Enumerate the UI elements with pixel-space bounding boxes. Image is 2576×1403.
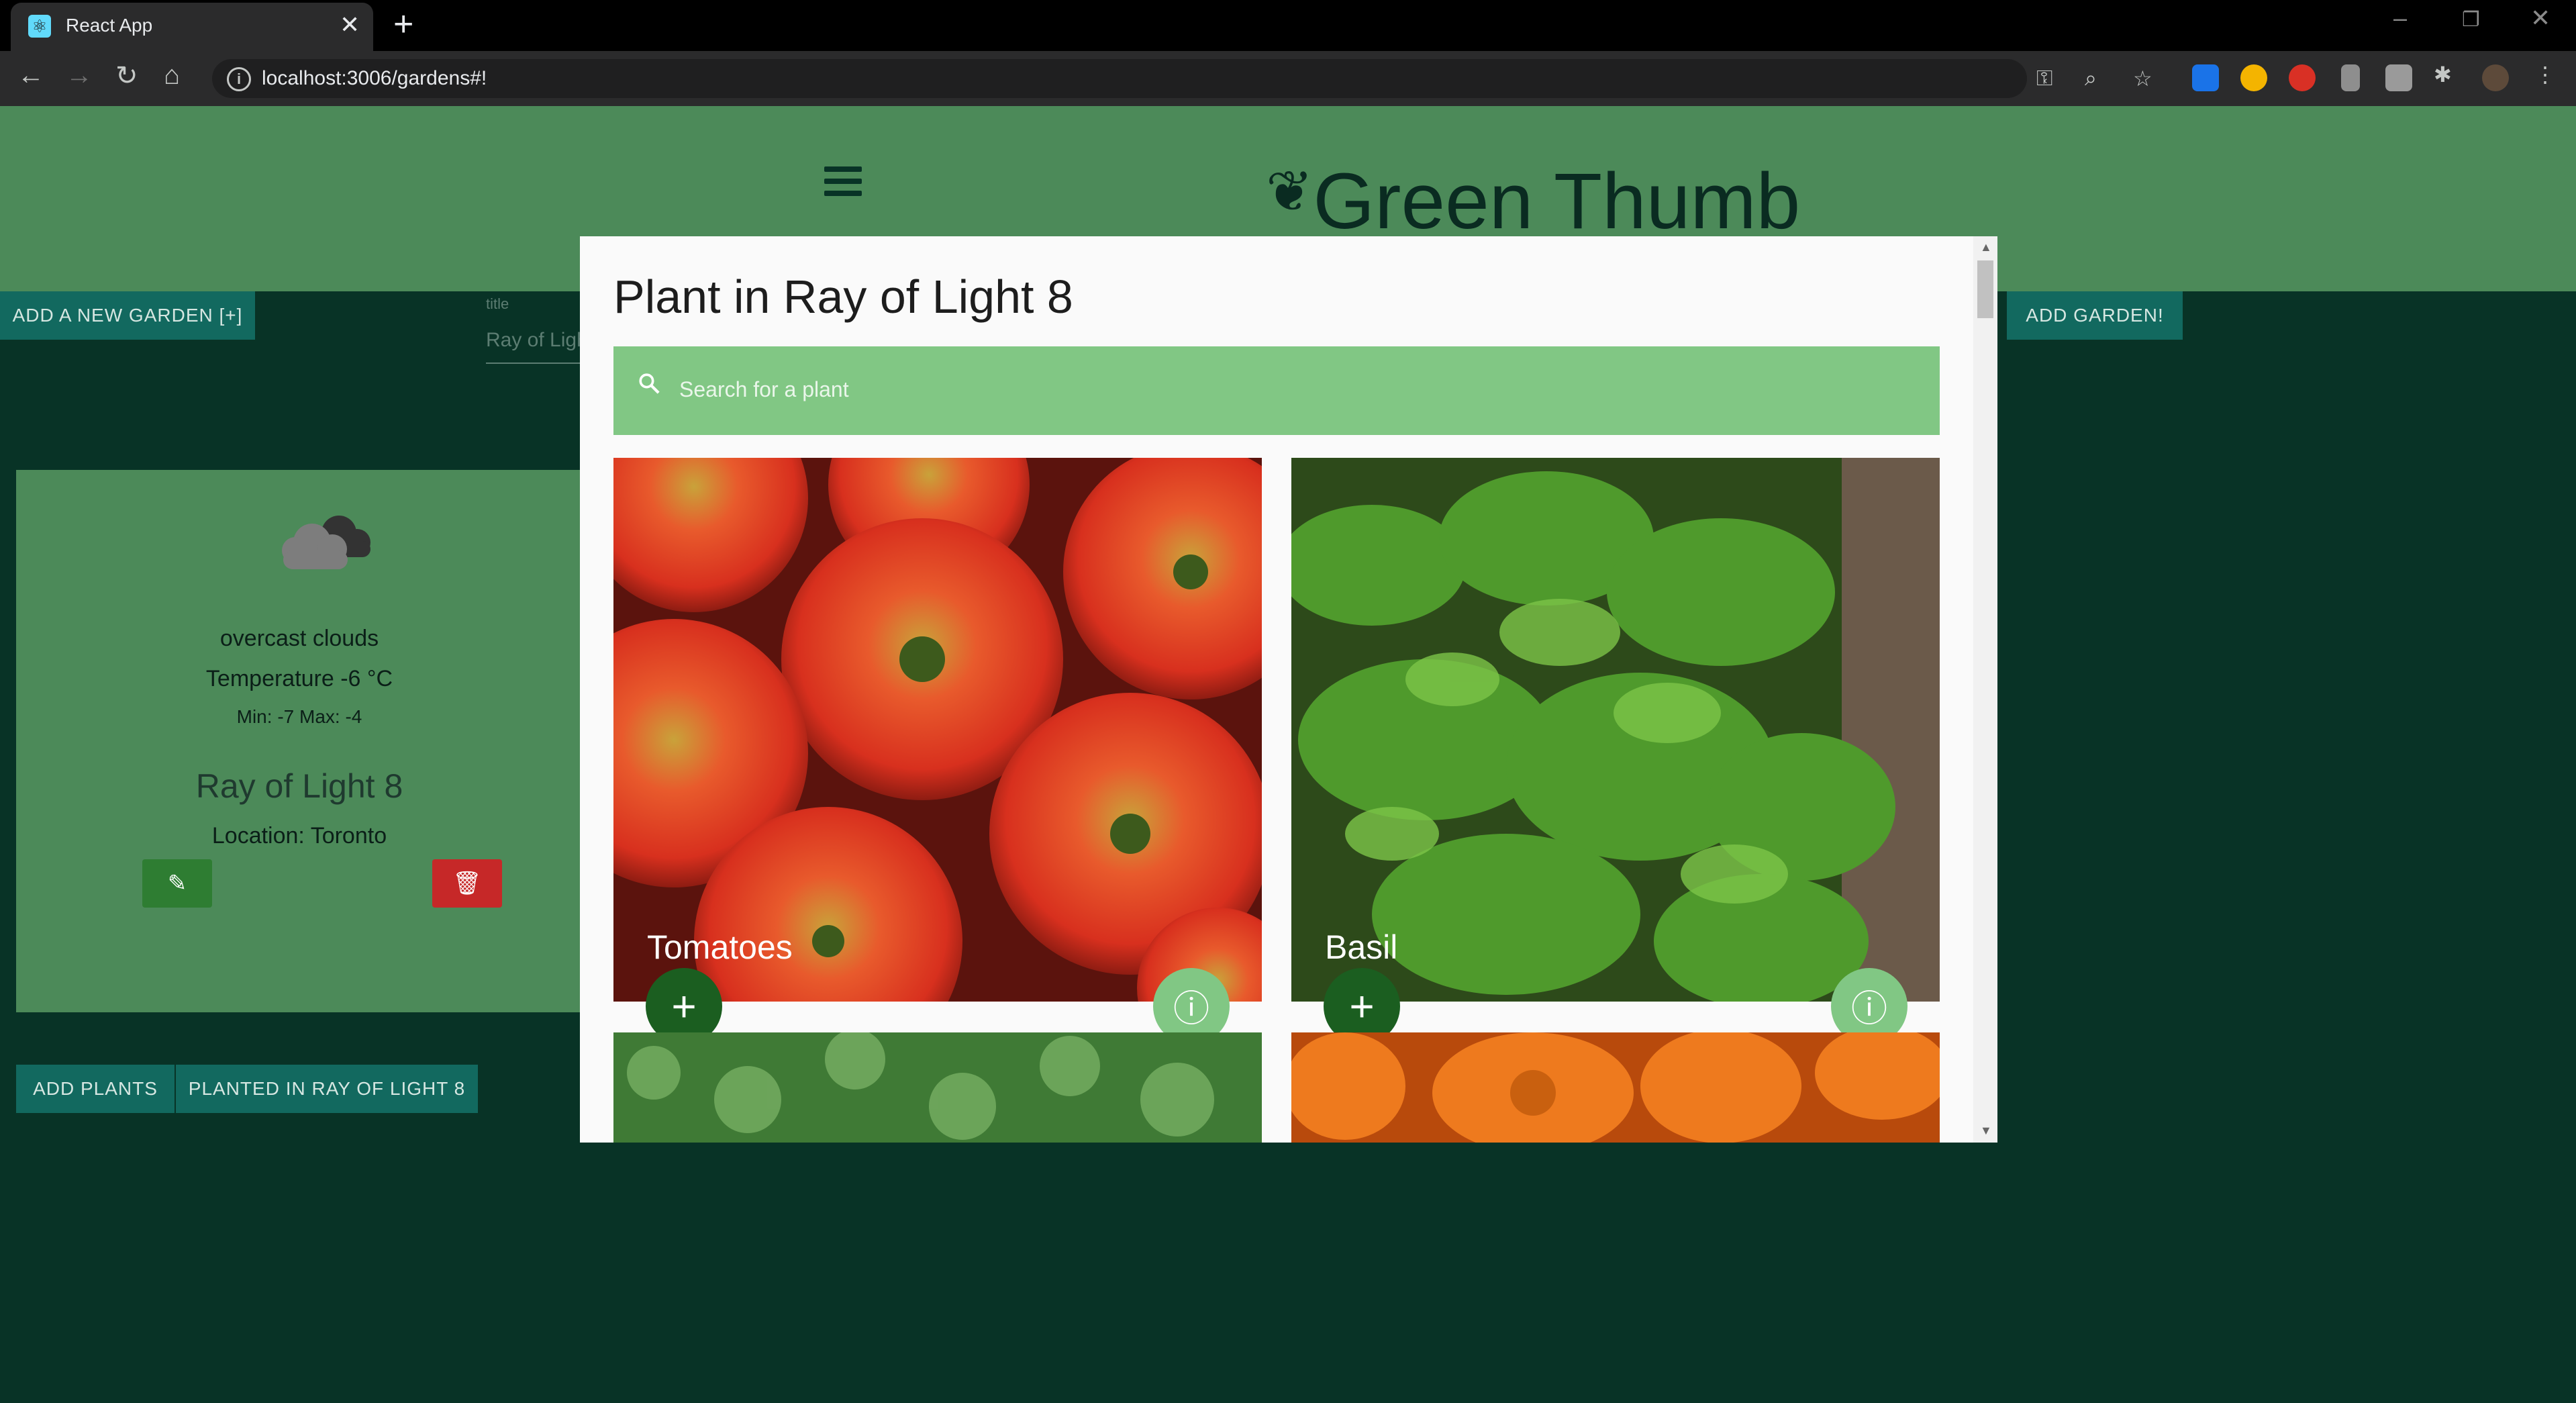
title-field[interactable]: Ray of Light 8 xyxy=(486,329,580,364)
plant-picker-modal: Plant in Ray of Light 8 Search for a pla… xyxy=(580,236,1997,1143)
add-garden-button[interactable]: ADD GARDEN! xyxy=(2007,291,2183,340)
plant-name-basil: Basil xyxy=(1325,928,1398,966)
leafy-greens-image xyxy=(613,1032,1262,1143)
profile-avatar[interactable] xyxy=(2482,64,2509,91)
tab-title: React App xyxy=(66,15,153,36)
add-new-garden-button[interactable]: ADD A NEW GARDEN [+] xyxy=(0,291,255,340)
plus-icon: + xyxy=(671,982,697,1030)
carrots-image xyxy=(1291,1032,1940,1143)
plant-search-input[interactable] xyxy=(678,373,1889,405)
react-favicon-icon: ⚛ xyxy=(28,15,51,38)
browser-toolbar: ← → ↻ ⌂ i localhost:3006/gardens#! ⚿ ⌕ ☆… xyxy=(0,51,2576,106)
url-text[interactable]: localhost:3006/gardens#! xyxy=(262,67,487,90)
new-tab-button[interactable]: + xyxy=(393,4,413,44)
help-circle-icon: ⓘ xyxy=(1173,989,1209,1029)
trash-icon: 🗑 xyxy=(452,871,482,896)
site-info-icon[interactable]: i xyxy=(227,67,251,91)
title-field-label: title xyxy=(486,295,509,312)
address-bar[interactable]: i localhost:3006/gardens#! ⚿ ⌕ ☆ xyxy=(212,59,2152,98)
reload-icon[interactable]: ↻ xyxy=(115,60,138,91)
back-icon[interactable]: ← xyxy=(17,60,44,91)
extensions-puzzle-icon[interactable]: ✱ xyxy=(2434,62,2452,87)
search-icon xyxy=(639,373,660,394)
plus-icon: + xyxy=(1349,982,1375,1030)
browser-tab[interactable]: ⚛ React App ✕ xyxy=(11,3,373,51)
search-bar xyxy=(613,346,1940,435)
tomatoes-image xyxy=(613,458,1262,1002)
plant-card-greens[interactable] xyxy=(613,1032,1262,1143)
app-title: ❦Green Thumb xyxy=(1266,156,1800,247)
browser-menu-icon[interactable]: ⋮ xyxy=(2534,62,2556,87)
key-icon[interactable]: ⚿ xyxy=(2036,66,2052,91)
home-icon[interactable]: ⌂ xyxy=(164,60,180,91)
extension-orange-icon[interactable] xyxy=(2240,64,2267,91)
garden-name: Ray of Light 8 xyxy=(195,767,403,805)
plant-card-tomatoes[interactable]: Tomatoes + ⓘ xyxy=(613,458,1262,1045)
extension-red-icon[interactable] xyxy=(2289,64,2316,91)
plant-card-basil[interactable]: Basil + ⓘ xyxy=(1291,458,1940,1045)
scroll-up-arrow-icon[interactable]: ▲ xyxy=(1980,240,1992,254)
scroll-thumb[interactable] xyxy=(1977,260,1993,318)
plant-card-carrots[interactable] xyxy=(1291,1032,1940,1143)
hamburger-menu-icon[interactable] xyxy=(824,166,862,200)
forward-icon[interactable]: → xyxy=(66,60,93,91)
window-close-icon[interactable]: ✕ xyxy=(2530,4,2550,32)
plant-name-tomatoes: Tomatoes xyxy=(647,928,793,966)
cloud-icon xyxy=(282,516,370,569)
tab-add-plants[interactable]: ADD PLANTS xyxy=(16,1065,175,1113)
modal-title: Plant in Ray of Light 8 xyxy=(613,271,1073,323)
garden-location: Location: Toronto xyxy=(211,823,387,849)
restore-icon[interactable]: ❐ xyxy=(2462,8,2480,32)
help-circle-icon: ⓘ xyxy=(1851,989,1887,1029)
brand-text: Green Thumb xyxy=(1313,157,1801,246)
min-max-text: Min: -7 Max: -4 xyxy=(236,706,362,727)
modal-scrollbar[interactable]: ▲ ▼ xyxy=(1973,236,1997,1143)
extension-plus-icon[interactable] xyxy=(2192,64,2219,91)
sprout-icon: ❦ xyxy=(1266,160,1314,223)
garden-card: overcast clouds Temperature -6 °C Min: -… xyxy=(16,470,583,1012)
basil-image xyxy=(1291,458,1940,1002)
download-icon[interactable] xyxy=(2341,64,2360,91)
minimize-icon[interactable]: – xyxy=(2393,4,2407,32)
delete-garden-button[interactable]: 🗑 xyxy=(432,859,502,908)
browser-tab-strip: ⚛ React App ✕ + – ❐ ✕ xyxy=(0,0,2576,51)
weather-description: overcast clouds xyxy=(219,626,379,651)
tab-planted-in[interactable]: PLANTED IN RAY OF LIGHT 8 xyxy=(176,1065,478,1113)
zoom-icon[interactable]: ⌕ xyxy=(2085,66,2097,91)
edit-garden-button[interactable]: ✎ xyxy=(142,859,212,908)
temperature-text: Temperature -6 °C xyxy=(205,666,393,691)
scroll-down-arrow-icon[interactable]: ▼ xyxy=(1980,1124,1992,1138)
pencil-icon: ✎ xyxy=(167,871,187,896)
close-tab-icon[interactable]: ✕ xyxy=(340,11,360,39)
camera-icon[interactable] xyxy=(2385,64,2412,91)
bookmark-star-icon[interactable]: ☆ xyxy=(2133,66,2152,91)
